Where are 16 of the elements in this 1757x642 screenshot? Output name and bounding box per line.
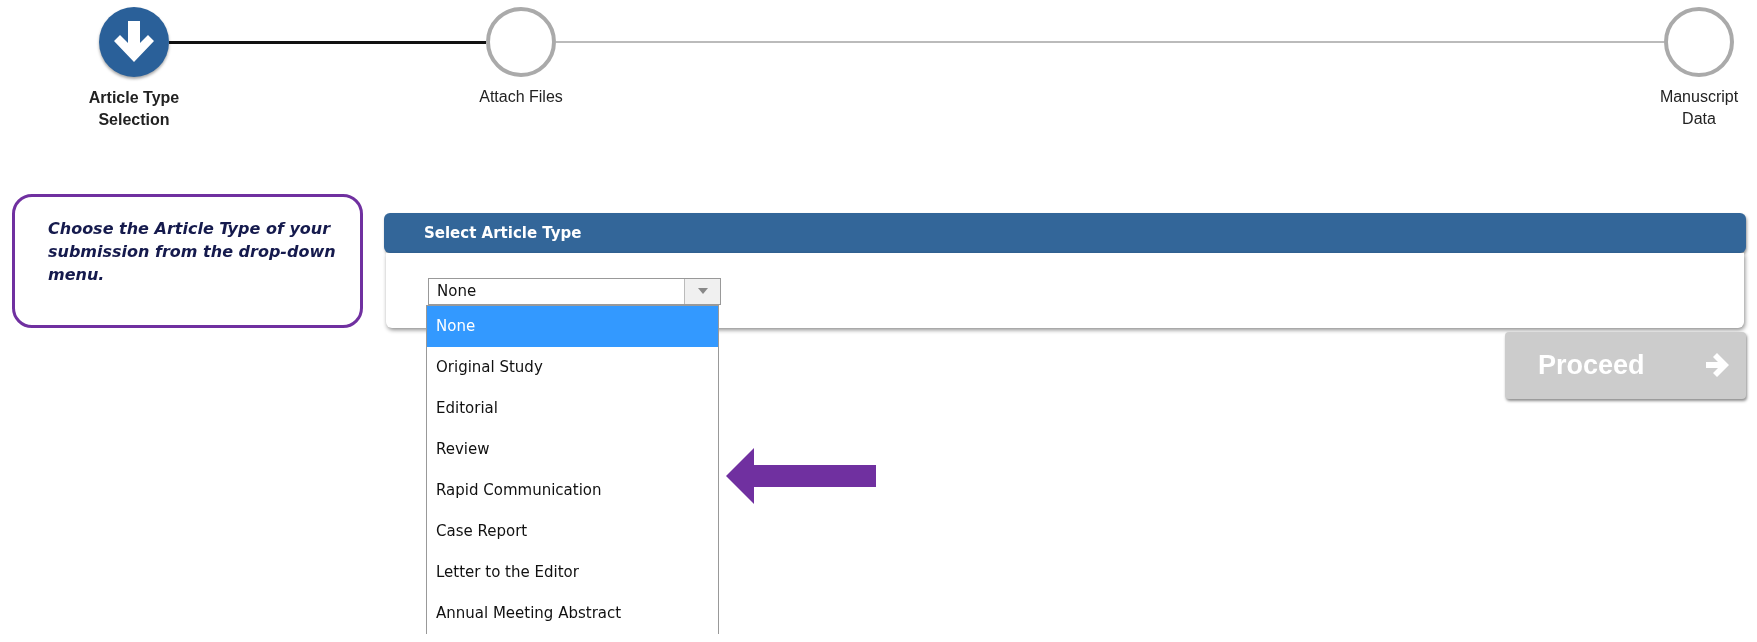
step-label: Manuscript Data xyxy=(1658,87,1740,130)
dropdown-option[interactable]: Case Report xyxy=(427,510,718,552)
step-label: Article Type Selection xyxy=(87,88,181,131)
panel-header: Select Article Type xyxy=(384,212,1746,253)
arrow-down-icon xyxy=(114,21,154,63)
dropdown-option[interactable]: Annual Meeting Abstract xyxy=(427,592,718,634)
step-label: Attach Files xyxy=(478,87,564,107)
arrow-right-icon xyxy=(1704,352,1730,379)
dropdown-option[interactable]: Letter to the Editor xyxy=(427,551,718,593)
dropdown-option[interactable]: Editorial xyxy=(427,387,718,429)
dropdown-option[interactable]: Review xyxy=(427,428,718,470)
instruction-text: Choose the Article Type of your submission from the drop-down menu. xyxy=(48,217,337,287)
dropdown-option[interactable]: Original Study xyxy=(427,346,718,388)
article-type-select[interactable]: None xyxy=(428,277,721,305)
dropdown-option[interactable]: Rapid Communication xyxy=(427,469,718,511)
caret-icon xyxy=(697,288,708,295)
